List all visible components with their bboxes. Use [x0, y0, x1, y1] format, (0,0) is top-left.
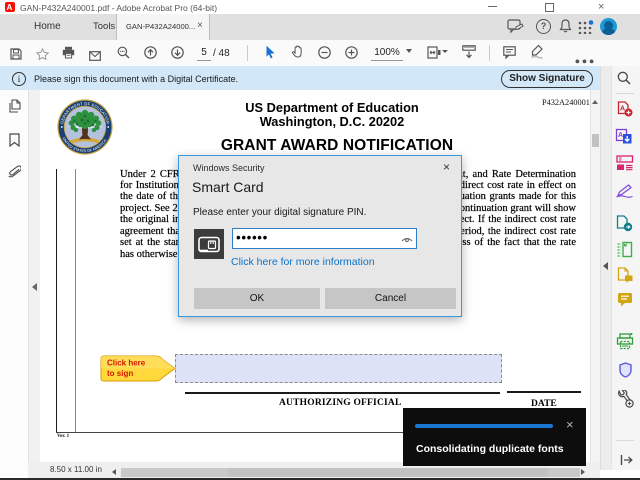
svg-text:A: A: [618, 132, 623, 139]
svg-text:Click here: Click here: [107, 359, 146, 368]
svg-text:A: A: [620, 106, 625, 113]
svg-text:to sign: to sign: [107, 369, 133, 378]
